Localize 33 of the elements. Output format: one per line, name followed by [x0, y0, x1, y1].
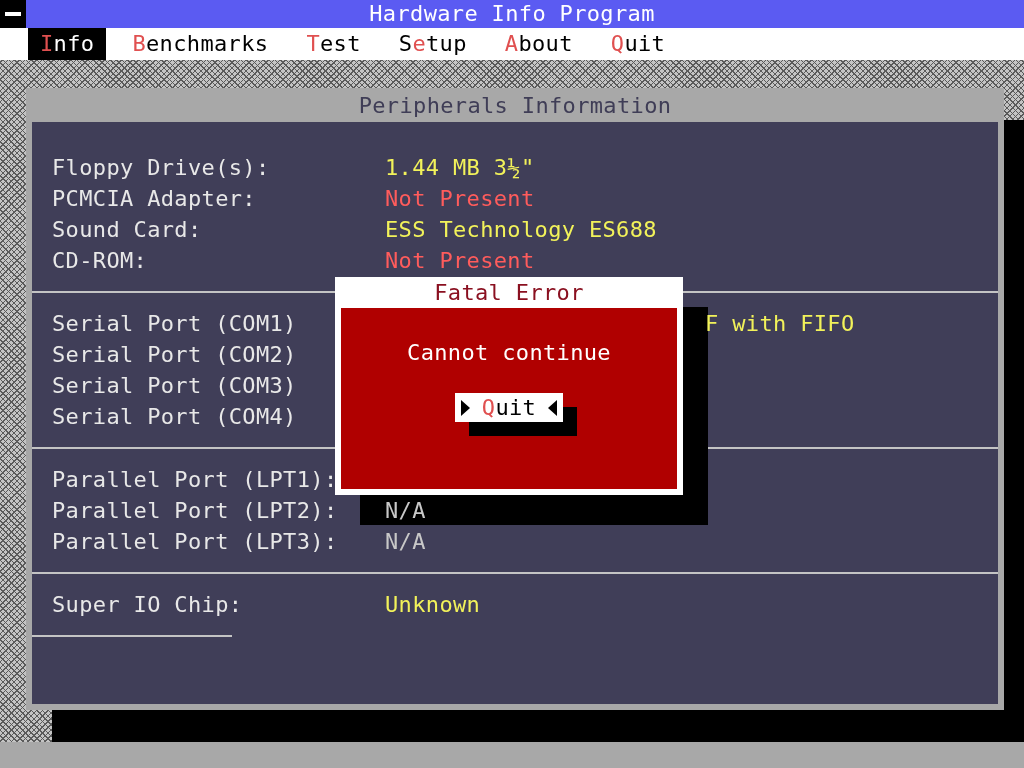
field-label: Serial Port (COM1)	[51, 311, 298, 336]
field-label: Serial Port (COM4)	[51, 404, 298, 429]
menu-item[interactable]: Setup	[386, 28, 479, 60]
field-label: Floppy Drive(s):	[51, 155, 271, 180]
menu-item[interactable]: About	[492, 28, 585, 60]
window-title: Hardware Info Program	[369, 1, 655, 26]
menu-item[interactable]: Info	[28, 28, 107, 60]
error-message: Cannot continue	[407, 340, 611, 365]
menu-item[interactable]: Test	[294, 28, 373, 60]
field-label: Serial Port (COM2)	[51, 342, 298, 367]
field-label: Parallel Port (LPT3):	[51, 529, 339, 554]
pointer-right-icon	[460, 399, 470, 416]
panel-title: Peripherals Information	[358, 92, 672, 118]
field-value: F with FIFO	[705, 311, 855, 336]
menu-item[interactable]: Quit	[598, 28, 678, 60]
system-menu-icon[interactable]	[0, 0, 26, 28]
field-label: CD-ROM:	[51, 248, 149, 273]
menu-item[interactable]: Benchmarks	[120, 28, 281, 60]
field-label: Parallel Port (LPT2):	[51, 498, 339, 523]
dialog-title: Fatal Error	[434, 280, 584, 305]
field-value: ESS Technology ES688	[385, 217, 657, 242]
field-value: Unknown	[385, 592, 481, 617]
field-value: Not Present	[385, 186, 535, 211]
field-label: Sound Card:	[51, 217, 203, 242]
field-value: Not Present	[385, 248, 535, 273]
field-value: 1.44 MB 3½"	[385, 155, 535, 180]
field-value: N/A	[385, 498, 426, 523]
pointer-left-icon	[548, 399, 558, 416]
field-label: PCMCIA Adapter:	[51, 186, 257, 211]
field-value: N/A	[385, 529, 426, 554]
field-label: Super IO Chip:	[51, 592, 244, 617]
field-label: Parallel Port (LPT1):	[51, 467, 339, 492]
field-label: Serial Port (COM3)	[51, 373, 298, 398]
